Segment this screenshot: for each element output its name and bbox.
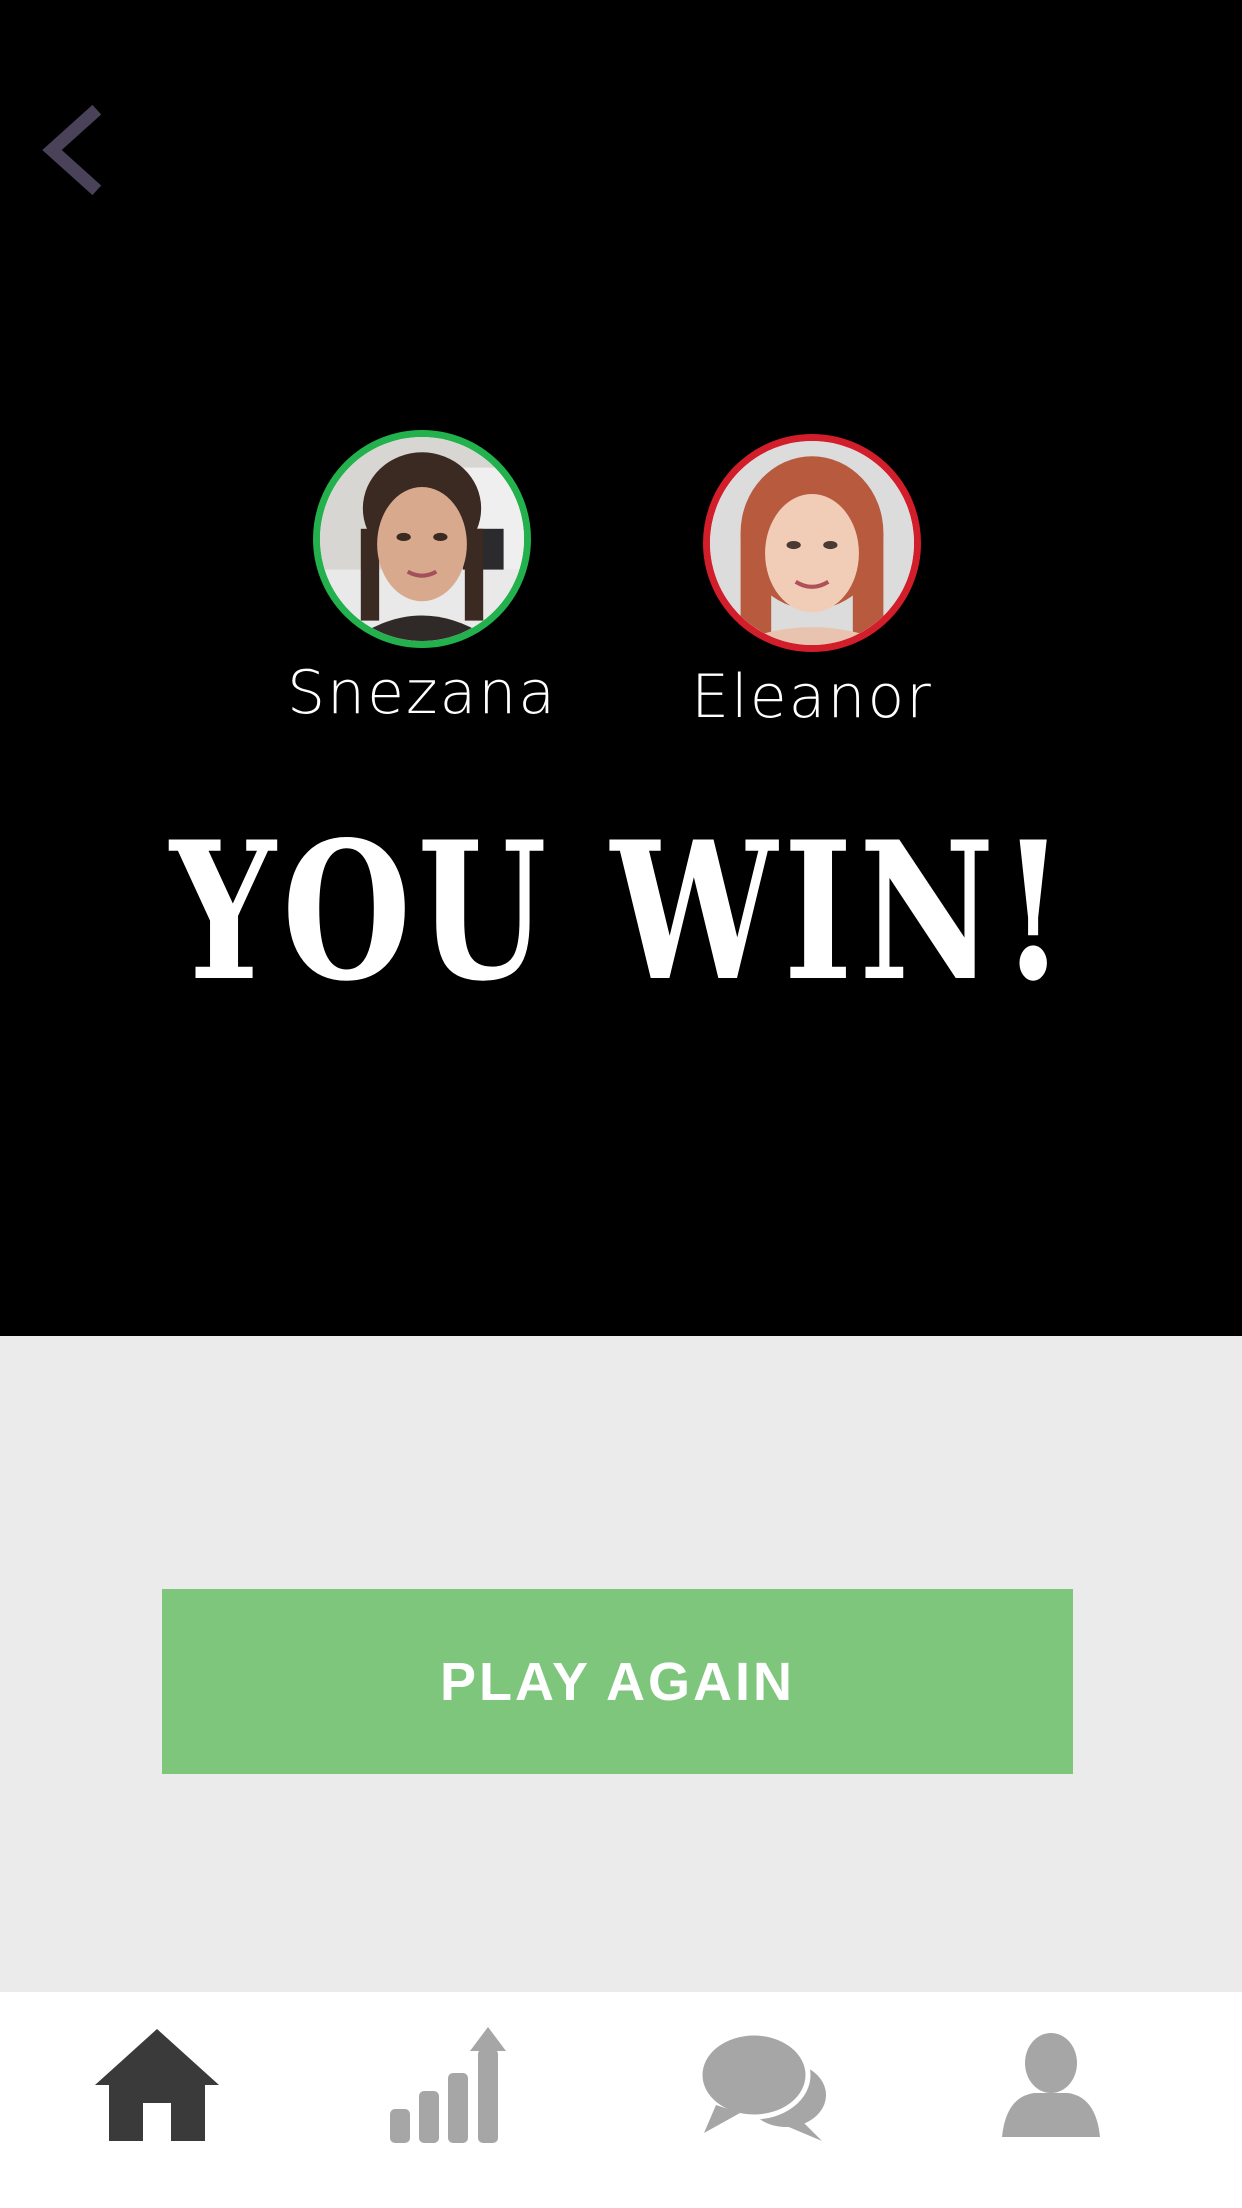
avatar <box>703 434 921 652</box>
tab-bar <box>0 1992 1242 2208</box>
avatar <box>313 430 531 648</box>
game-result-panel: Snezana Eleanor YOU WIN! <box>0 0 1242 1336</box>
player-photo <box>710 441 914 645</box>
tab-stats[interactable] <box>373 2020 523 2150</box>
home-icon <box>95 2029 219 2141</box>
player-name: Eleanor <box>691 662 933 732</box>
player-card-snezana: Snezana <box>287 430 555 728</box>
tab-chat[interactable] <box>689 2020 839 2150</box>
player-name: Snezana <box>286 658 558 728</box>
profile-icon <box>1002 2033 1100 2137</box>
back-button[interactable] <box>36 100 116 200</box>
play-again-button[interactable]: PLAY AGAIN <box>162 1589 1073 1774</box>
player-card-eleanor: Eleanor <box>691 434 931 732</box>
chevron-left-icon <box>42 104 102 196</box>
tab-profile[interactable] <box>976 2020 1126 2150</box>
stats-icon <box>390 2027 506 2143</box>
player-photo <box>320 437 524 641</box>
result-headline: YOU WIN! <box>170 800 1072 1023</box>
tab-home[interactable] <box>82 2020 232 2150</box>
chat-icon <box>700 2030 826 2141</box>
